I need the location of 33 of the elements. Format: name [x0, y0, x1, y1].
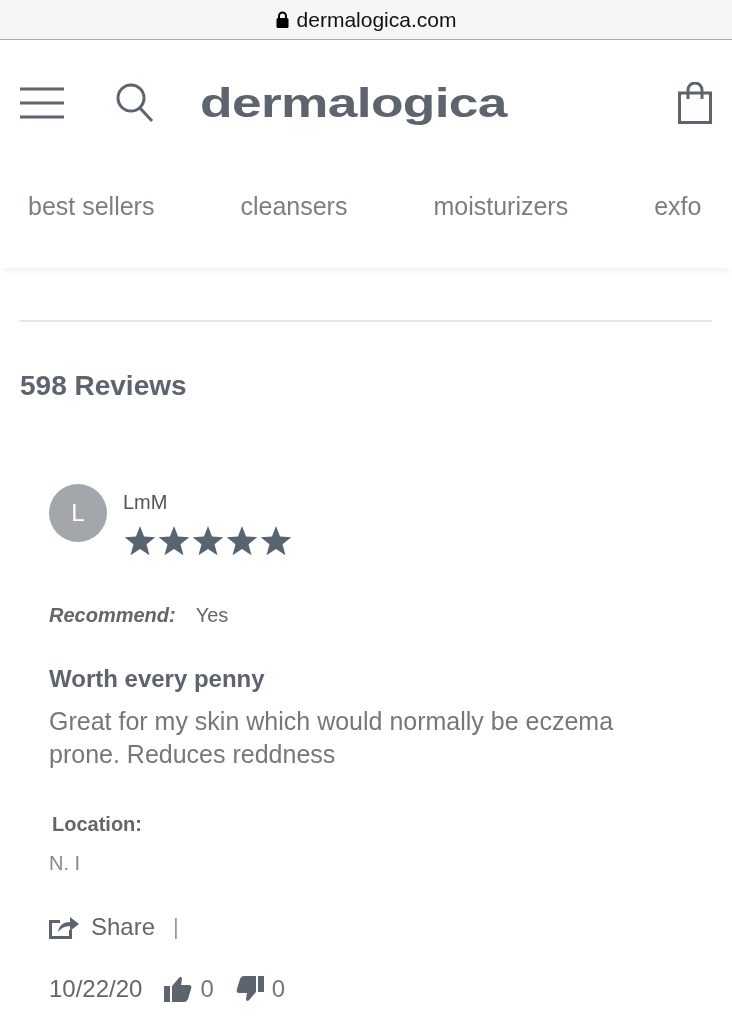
star-icon	[123, 526, 157, 558]
category-link[interactable]: best sellers	[28, 166, 155, 221]
author-name: LmM	[123, 491, 169, 514]
avatar: L	[49, 484, 107, 542]
thumbs-up-icon	[164, 976, 193, 1002]
thumbs-down-icon	[235, 976, 264, 1002]
share-icon	[49, 915, 79, 939]
review-title: Worth every penny	[49, 665, 266, 693]
star-icon	[225, 526, 259, 558]
recommend-value: Yes	[195, 604, 229, 627]
recommend-label: Recommend:	[49, 604, 176, 627]
menu-icon[interactable]	[20, 86, 64, 120]
share-link[interactable]: Share	[49, 913, 156, 941]
star-icon	[259, 526, 293, 558]
helpful-button[interactable]: 0	[164, 975, 214, 1003]
review-date: 10/22/20	[49, 975, 143, 1003]
unhelpful-button[interactable]: 0	[235, 975, 286, 1003]
shopping-bag-icon[interactable]	[678, 82, 712, 124]
url-text: dermalogica.com	[296, 7, 457, 32]
star-icon	[157, 526, 191, 558]
star-icon	[191, 526, 225, 558]
search-icon[interactable]	[116, 83, 154, 123]
location-label: Location:	[52, 813, 143, 836]
separator: |	[173, 914, 179, 940]
address-bar[interactable]: dermalogica.com	[0, 0, 732, 40]
review-text: Great for my skin which would normally be eczema prone. Reduces reddness	[49, 706, 615, 770]
lock-icon	[275, 11, 289, 28]
category-link[interactable]: moisturizers	[433, 166, 569, 221]
category-link[interactable]: exfo	[654, 166, 702, 221]
location-value: N. I	[49, 852, 82, 875]
category-link[interactable]: cleansers	[240, 166, 348, 221]
reviews-heading: 598 Reviews	[20, 370, 188, 402]
logo[interactable]: dermalogica	[200, 79, 732, 127]
